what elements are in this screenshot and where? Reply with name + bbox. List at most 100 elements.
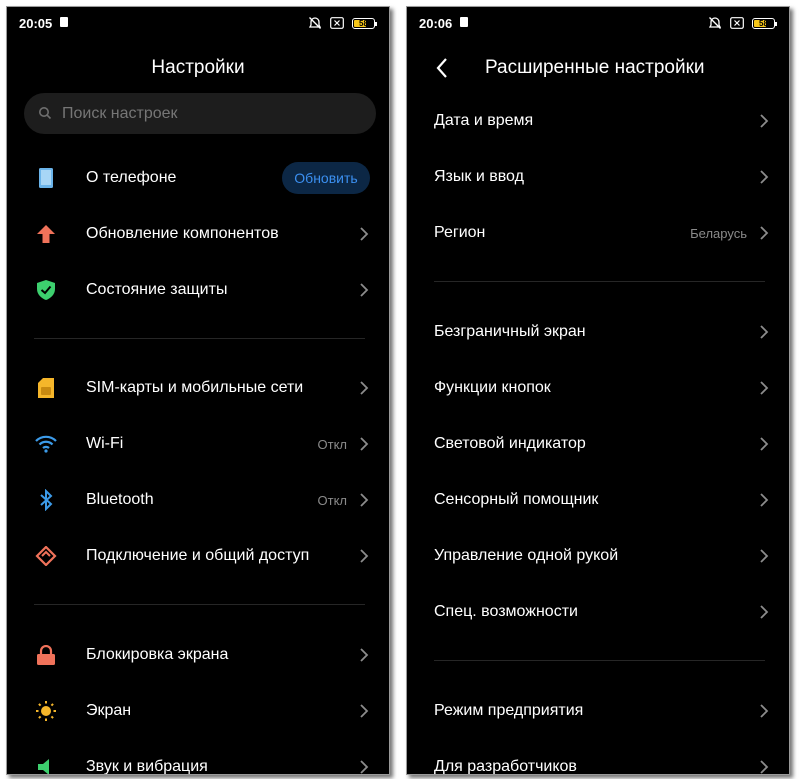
- settings-item-touch-assistant[interactable]: Сенсорный помощник: [407, 472, 789, 528]
- advanced-settings-screen: 20:06 58 Расширенные настройки Дата и вр…: [406, 6, 790, 775]
- chevron-right-icon: [360, 493, 369, 507]
- sim-status-icon: [460, 17, 468, 27]
- settings-item-bluetooth[interactable]: Bluetooth Откл: [7, 472, 389, 528]
- settings-screen: 20:05 58 Настройки Поиск настроек О теле…: [6, 6, 390, 775]
- settings-item-lock-screen[interactable]: Блокировка экрана: [7, 627, 389, 683]
- settings-item-label: Спец. возможности: [434, 603, 578, 620]
- wifi-icon: [35, 433, 57, 455]
- status-bar: 20:05 58: [7, 7, 389, 43]
- search-input[interactable]: [62, 93, 362, 134]
- settings-item-label: Bluetooth: [86, 491, 154, 508]
- settings-item-label: Режим предприятия: [434, 702, 584, 719]
- settings-item-developer-options[interactable]: Для разработчиков: [407, 739, 789, 775]
- share-icon: [35, 545, 57, 567]
- settings-item-label: Дата и время: [434, 112, 534, 129]
- phone-icon: [35, 167, 57, 189]
- section-divider: [434, 660, 765, 661]
- alarm-off-icon: [708, 17, 722, 29]
- page-title: Настройки: [151, 57, 245, 78]
- settings-item-label: Wi-Fi: [86, 435, 124, 452]
- alarm-off-icon: [308, 17, 322, 29]
- search-bar[interactable]: [24, 93, 376, 134]
- status-value: Беларусь: [690, 225, 747, 241]
- settings-item-date-time[interactable]: Дата и время: [407, 93, 789, 149]
- settings-item-fullscreen[interactable]: Безграничный экран: [407, 304, 789, 360]
- speaker-icon: [35, 756, 57, 774]
- section-divider: [34, 338, 365, 339]
- settings-item-about-phone[interactable]: О телефоне Обновить: [7, 150, 389, 206]
- settings-item-label: Сенсорный помощник: [434, 491, 599, 508]
- bluetooth-icon: [35, 489, 57, 511]
- status-value: Откл: [317, 492, 348, 508]
- settings-item-sound-vibration[interactable]: Звук и вибрация: [7, 739, 389, 775]
- settings-item-label: Функции кнопок: [434, 379, 551, 396]
- settings-item-label: Экран: [86, 702, 132, 719]
- settings-item-label: Блокировка экрана: [86, 646, 229, 663]
- battery-icon: 58: [752, 17, 777, 29]
- section-divider: [434, 281, 765, 282]
- settings-item-label: Световой индикатор: [434, 435, 586, 452]
- chevron-right-icon: [760, 549, 769, 563]
- back-button[interactable]: [429, 53, 455, 83]
- settings-item-label: Язык и ввод: [434, 168, 524, 185]
- sim-x-icon: [730, 17, 744, 29]
- settings-item-connection-sharing[interactable]: Подключение и общий доступ: [7, 528, 389, 584]
- settings-item-label: SIM-карты и мобильные сети: [86, 379, 304, 396]
- settings-item-label: Для разработчиков: [434, 758, 577, 775]
- chevron-right-icon: [360, 704, 369, 718]
- chevron-right-icon: [760, 437, 769, 451]
- shield-check-icon: [35, 279, 57, 301]
- status-time: 20:05: [19, 16, 53, 31]
- sun-icon: [35, 700, 57, 722]
- settings-item-one-handed[interactable]: Управление одной рукой: [407, 528, 789, 584]
- chevron-right-icon: [360, 283, 369, 297]
- chevron-right-icon: [760, 605, 769, 619]
- status-bar: 20:06 58: [407, 7, 789, 43]
- back-arrow-icon: [436, 58, 447, 78]
- settings-item-enterprise-mode[interactable]: Режим предприятия: [407, 683, 789, 739]
- update-button[interactable]: Обновить: [282, 162, 370, 194]
- settings-item-label: Регион: [434, 224, 486, 241]
- settings-item-label: Звук и вибрация: [86, 758, 208, 775]
- chevron-right-icon: [360, 648, 369, 662]
- settings-item-label: Управление одной рукой: [434, 547, 619, 564]
- settings-item-label: Безграничный экран: [434, 323, 586, 340]
- settings-item-security[interactable]: Состояние защиты: [7, 262, 389, 318]
- chevron-right-icon: [360, 549, 369, 563]
- chevron-right-icon: [760, 170, 769, 184]
- sim-x-icon: [330, 17, 344, 29]
- settings-item-components-update[interactable]: Обновление компонентов: [7, 206, 389, 262]
- lock-icon: [35, 644, 57, 666]
- settings-item-language-input[interactable]: Язык и ввод: [407, 149, 789, 205]
- settings-item-wifi[interactable]: Wi-Fi Откл: [7, 416, 389, 472]
- settings-item-button-functions[interactable]: Функции кнопок: [407, 360, 789, 416]
- arrow-up-icon: [35, 223, 57, 245]
- chevron-right-icon: [760, 114, 769, 128]
- settings-item-label: Состояние защиты: [86, 281, 228, 298]
- chevron-right-icon: [760, 493, 769, 507]
- settings-item-label: Подключение и общий доступ: [86, 547, 310, 564]
- page-title: Расширенные настройки: [485, 57, 705, 78]
- section-divider: [34, 604, 365, 605]
- battery-level: 58: [359, 18, 368, 28]
- sim-status-icon: [60, 17, 68, 27]
- status-time: 20:06: [419, 16, 453, 31]
- chevron-right-icon: [360, 227, 369, 241]
- settings-item-led-indicator[interactable]: Световой индикатор: [407, 416, 789, 472]
- chevron-right-icon: [760, 226, 769, 240]
- settings-item-region[interactable]: Регион Беларусь: [407, 205, 789, 261]
- battery-level: 58: [759, 18, 768, 28]
- chevron-right-icon: [360, 381, 369, 395]
- chevron-right-icon: [360, 437, 369, 451]
- chevron-right-icon: [760, 381, 769, 395]
- chevron-right-icon: [760, 704, 769, 718]
- settings-item-display[interactable]: Экран: [7, 683, 389, 739]
- sim-card-icon: [35, 377, 57, 399]
- chevron-right-icon: [360, 760, 369, 774]
- settings-item-sim-networks[interactable]: SIM-карты и мобильные сети: [7, 360, 389, 416]
- chevron-right-icon: [760, 760, 769, 774]
- chevron-right-icon: [760, 325, 769, 339]
- settings-item-accessibility[interactable]: Спец. возможности: [407, 584, 789, 640]
- battery-icon: 58: [352, 17, 377, 29]
- search-icon: [39, 107, 52, 120]
